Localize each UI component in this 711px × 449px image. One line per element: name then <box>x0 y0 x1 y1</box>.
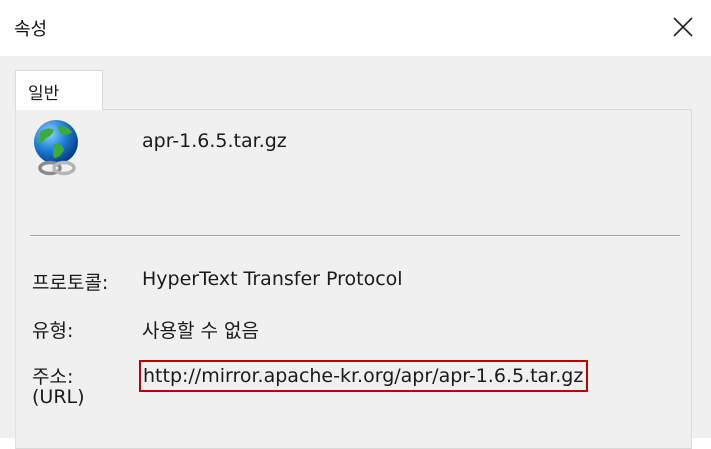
tab-general[interactable]: 일반 <box>15 70 103 110</box>
file-name: apr-1.6.5.tar.gz <box>142 130 287 152</box>
window-title: 속성 <box>14 19 48 40</box>
url-value[interactable]: http://mirror.apache-kr.org/apr/apr-1.6.… <box>143 365 583 387</box>
close-icon <box>673 17 693 37</box>
url-highlight-box[interactable]: http://mirror.apache-kr.org/apr/apr-1.6.… <box>139 360 588 392</box>
address-label: 주소: <box>32 366 74 388</box>
type-label: 유형: <box>32 320 74 342</box>
dialog-body: 일반 apr-1.6.5.tar.gz 프로토콜: HyperText Tran… <box>0 56 711 449</box>
address-sub-label: (URL) <box>32 386 85 408</box>
close-button[interactable] <box>655 0 711 54</box>
tab-general-label: 일반 <box>28 84 60 104</box>
divider <box>30 235 680 237</box>
type-value: 사용할 수 없음 <box>142 320 259 342</box>
title-bar: 속성 <box>0 0 711 56</box>
general-panel: apr-1.6.5.tar.gz 프로토콜: HyperText Transfe… <box>15 109 692 449</box>
protocol-value: HyperText Transfer Protocol <box>142 268 403 290</box>
internet-shortcut-globe-chain-icon <box>34 120 78 176</box>
protocol-label: 프로토콜: <box>32 272 109 294</box>
